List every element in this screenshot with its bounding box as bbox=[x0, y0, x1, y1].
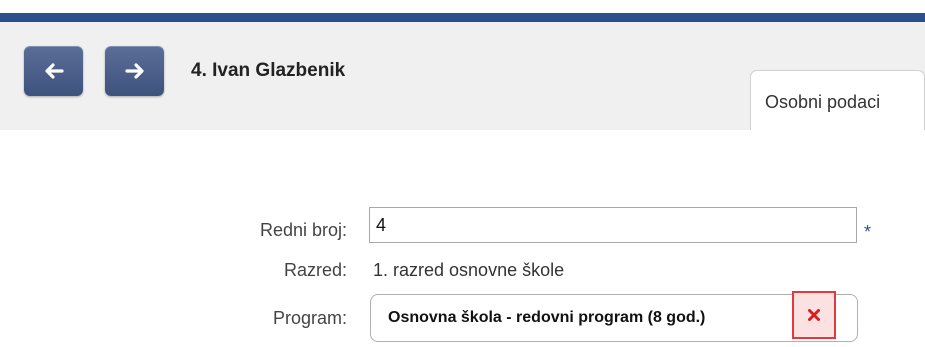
page-title: 4. Ivan Glazbenik bbox=[191, 60, 346, 81]
program-clear-button[interactable] bbox=[792, 291, 836, 339]
redni-broj-input[interactable] bbox=[369, 207, 857, 243]
redni-broj-label: Redni broj: bbox=[259, 220, 347, 240]
required-marker: * bbox=[864, 222, 872, 242]
header-stripe bbox=[0, 13, 925, 22]
header: 4. Ivan Glazbenik Osobni podaci bbox=[0, 22, 925, 132]
program-label: Program: bbox=[272, 308, 347, 328]
razred-label: Razred: bbox=[283, 260, 347, 280]
forward-button[interactable] bbox=[105, 46, 164, 96]
form-content: Redni broj: * Razred: 1. razred osnovne … bbox=[0, 130, 925, 347]
arrow-right-icon bbox=[124, 63, 144, 79]
program-selected-value: Osnovna škola - redovni program (8 god.) bbox=[388, 309, 706, 326]
arrow-left-icon bbox=[44, 63, 64, 79]
back-button[interactable] bbox=[24, 46, 83, 96]
tab-label: Osobni podaci bbox=[765, 92, 881, 112]
razred-value: 1. razred osnovne škole bbox=[373, 260, 565, 280]
top-bar bbox=[0, 0, 925, 22]
tab-osobni-podaci[interactable]: Osobni podaci bbox=[750, 70, 925, 132]
close-icon bbox=[808, 309, 820, 321]
program-select[interactable]: Osnovna škola - redovni program (8 god.) bbox=[370, 291, 858, 342]
